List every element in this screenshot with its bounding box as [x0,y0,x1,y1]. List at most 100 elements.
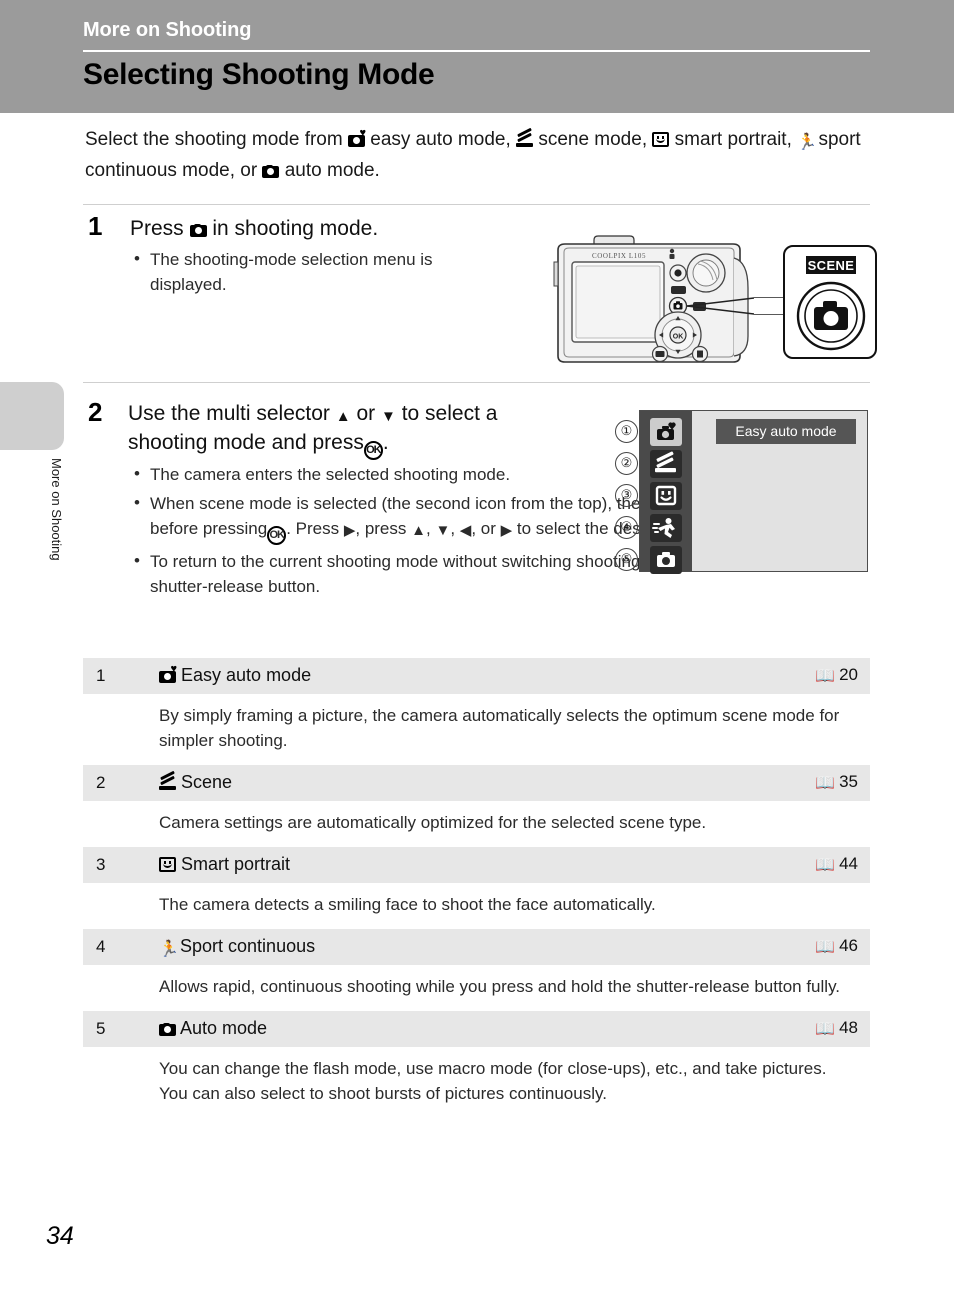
auto-mode-icon [262,165,280,178]
chapter-title: More on Shooting [83,19,252,41]
step-2-heading-end: . [382,431,389,454]
book-icon: 📖 [815,1021,836,1038]
row-index: 5 [96,1019,106,1038]
callout-number-4: ④ [615,516,638,539]
lcd-item-sport-continuous[interactable] [650,514,682,542]
lcd-item-smart-portrait[interactable] [650,482,682,510]
step-2-divider [83,382,870,383]
row-page-ref: 📖 48 [815,1018,858,1039]
auto-mode-icon [189,224,207,237]
svg-text:OK: OK [673,334,684,341]
row-page-number: 35 [839,772,858,791]
row-title-text: Scene [181,772,233,792]
lcd-item-auto-mode[interactable] [650,546,682,574]
table-row: 5 Auto mode 📖 48 [83,1010,870,1047]
up-arrow-icon: ▲ [335,408,351,425]
table-row: 3 Smart portrait 📖 44 [83,846,870,883]
page-number: 34 [46,1222,74,1250]
step-1-number: 1 [88,211,103,241]
row-title: Auto mode [159,1018,267,1039]
easy-auto-icon: ♥ [347,128,366,147]
intro-part3: smart portrait, [674,129,792,150]
book-icon: 📖 [815,857,836,874]
book-icon: 📖 [815,668,836,685]
row-description: Camera settings are automatically optimi… [83,801,870,846]
left-arrow-icon: ◀ [459,522,472,539]
right-arrow-icon: ▶ [500,522,513,539]
lcd-item-scene[interactable] [650,450,682,478]
section-tab-marker [0,382,64,450]
easy-auto-icon: ♥ [159,664,177,683]
lcd-menu-illustration: ① ② ③ ④ ⑤ Easy auto mode [615,410,870,575]
step-2-heading: Use the multi selector ▲ or ▼ to select … [128,399,580,460]
page-title: Selecting Shooting Mode [83,58,435,91]
row-index: 1 [96,666,106,685]
scene-icon [516,127,534,147]
row-page-number: 48 [839,1018,858,1037]
callout-number-5: ⑤ [615,548,638,571]
row-page-number: 46 [839,936,858,955]
up-arrow-icon: ▲ [411,522,426,539]
row-description: You can change the flash mode, use macro… [83,1047,870,1117]
row-page-ref: 📖 20 [815,665,858,686]
intro-part2: scene mode, [538,129,648,150]
lcd-screen: Easy auto mode [639,410,868,574]
smart-portrait-icon [652,132,670,147]
row-index: 3 [96,855,106,874]
shooting-mode-table: 1 ♥ Easy auto mode 📖 20 By simply framing… [83,657,870,1117]
intro-part5: auto mode. [284,160,380,181]
svg-text:SCENE: SCENE [808,258,855,273]
camera-illustration: COOLPIX L105 OK SCENE [548,228,878,378]
list-item: The shooting-mode selection menu is disp… [128,246,488,297]
intro-part1: easy auto mode, [370,129,511,150]
row-page-ref: 📖 44 [815,854,858,875]
ok-button-icon: OK [363,441,383,460]
callout-number-2: ② [615,452,638,475]
step-1-heading-before: Press [130,217,184,240]
step-2-heading-before: Use the multi selector [128,402,330,425]
row-title: Scene [159,770,233,793]
row-index: 2 [96,773,106,792]
scene-icon [159,770,176,790]
table-row: 4 🏃 Sport continuous 📖 46 [83,928,870,965]
callout-number-1: ① [615,420,638,443]
row-title: ♥ Easy auto mode [159,664,312,686]
lcd-selected-mode-label: Easy auto mode [716,419,856,444]
sport-continuous-icon: 🏃 [797,134,818,151]
svg-text:COOLPIX L105: COOLPIX L105 [592,252,646,260]
intro-lead: Select the shooting mode from [85,129,343,150]
section-tab-label: More on Shooting [49,458,64,561]
table-row: 2 Scene 📖 35 [83,764,870,801]
header-band [0,0,954,113]
step-1-heading-after: in shooting mode. [212,217,379,240]
step-1-heading: Press in shooting mode. [130,214,550,243]
down-arrow-icon: ▼ [381,408,396,425]
step-2-number: 2 [88,397,103,427]
smart-portrait-icon [159,857,176,872]
row-description: Allows rapid, continuous shooting while … [83,965,870,1010]
step-2-heading-or: or [356,402,376,425]
row-title: 🏃 Sport continuous [159,936,315,958]
row-page-number: 20 [839,665,858,684]
row-title: Smart portrait [159,854,290,875]
list-item-text-3: , press [355,519,407,538]
row-description: The camera detects a smiling face to sho… [83,883,870,928]
header-divider [83,50,870,52]
row-page-ref: 📖 46 [815,936,858,957]
list-item-text-4: , or [471,519,496,538]
row-page-ref: 📖 35 [815,772,858,793]
book-icon: 📖 [815,775,836,792]
row-page-number: 44 [839,854,858,873]
auto-mode-icon [159,1023,176,1036]
row-description: By simply framing a picture, the camera … [83,694,870,764]
book-icon: 📖 [815,939,836,956]
table-row: 1 ♥ Easy auto mode 📖 20 [83,657,870,694]
row-index: 4 [96,937,106,956]
row-title-text: Easy auto mode [181,665,312,685]
lcd-item-easy-auto[interactable] [650,418,682,446]
ok-button-icon: OK [267,526,287,545]
intro-paragraph: Select the shooting mode from ♥ easy aut… [85,124,875,186]
row-title-text: Auto mode [180,1018,268,1038]
row-title-text: Sport continuous [180,936,316,956]
step-1-divider [83,204,870,205]
